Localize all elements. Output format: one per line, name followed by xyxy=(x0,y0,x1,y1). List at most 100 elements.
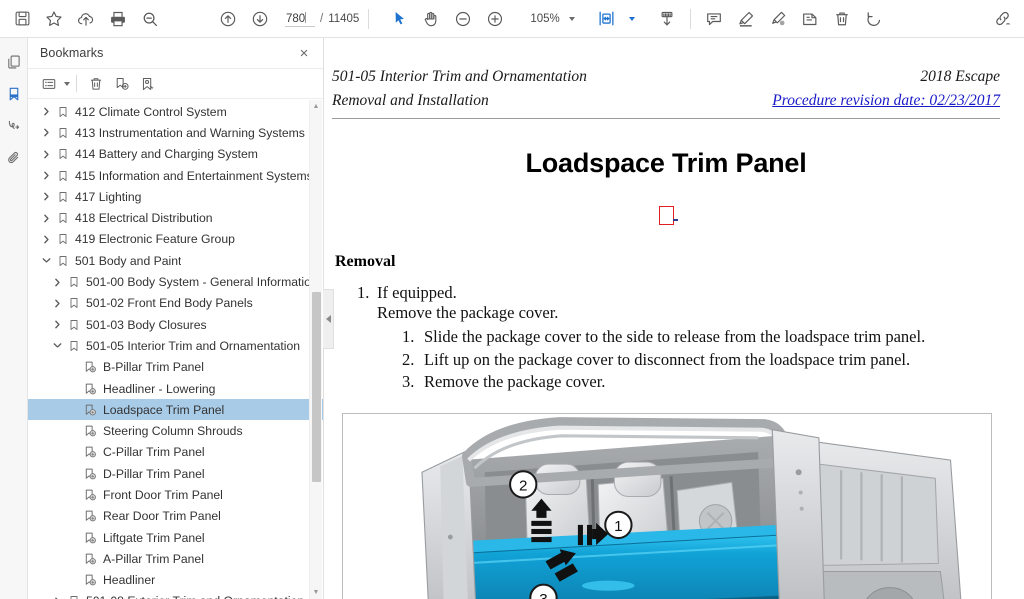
zoom-out-button[interactable] xyxy=(447,4,479,34)
bookmark-item[interactable]: D-Pillar Trim Panel xyxy=(28,463,323,484)
bookmark-item[interactable]: 501-08 Exterior Trim and Ornamentation xyxy=(28,591,323,599)
new-bookmark-button[interactable] xyxy=(109,72,135,96)
bookmarks-tree: 412 Climate Control System 413 Instrument… xyxy=(28,99,323,599)
page-number-input[interactable]: 780 xyxy=(285,11,315,27)
chevron-right-icon[interactable] xyxy=(49,299,65,308)
scrollbar-thumb[interactable] xyxy=(312,292,321,482)
bookmark-item[interactable]: A-Pillar Trim Panel xyxy=(28,548,323,569)
bookmark-item[interactable]: 501-03 Body Closures xyxy=(28,314,323,335)
bookmark-item-label: 413 Instrumentation and Warning Systems xyxy=(75,125,305,140)
cloud-upload-button[interactable] xyxy=(70,4,102,34)
bookmark-icon xyxy=(54,211,71,225)
toolbar-file-group xyxy=(6,4,166,34)
bookmark-item[interactable]: Liftgate Trim Panel xyxy=(28,527,323,548)
rail-attachments-button[interactable] xyxy=(1,142,27,174)
chevron-right-icon[interactable] xyxy=(38,107,54,116)
bookmark-item[interactable]: 414 Battery and Charging System xyxy=(28,144,323,165)
bookmark-item[interactable]: 501-00 Body System - General Information xyxy=(28,271,323,292)
step-number-blank xyxy=(357,303,377,323)
bookmark-item-label: Loadspace Trim Panel xyxy=(103,402,225,417)
bookmark-item-label: C-Pillar Trim Panel xyxy=(103,445,205,460)
zoom-level-value: 105% xyxy=(530,12,560,25)
next-page-button[interactable] xyxy=(244,4,276,34)
rotate-button[interactable] xyxy=(858,4,890,34)
scrollbar-down-arrow[interactable]: ▼ xyxy=(310,586,322,599)
bookmark-options-button[interactable] xyxy=(36,72,62,96)
highlighter-button[interactable] xyxy=(730,4,762,34)
bookmark-item-label: 417 Lighting xyxy=(75,189,142,204)
doc-vehicle-model: 2018 Escape xyxy=(920,68,1000,85)
bookmark-item[interactable]: 419 Electronic Feature Group xyxy=(28,229,323,250)
bookmark-item-selected[interactable]: Loadspace Trim Panel xyxy=(28,399,323,421)
chevron-right-icon[interactable] xyxy=(38,171,54,180)
page-title: Loadspace Trim Panel xyxy=(525,148,807,178)
bookmark-item-label: Liftgate Trim Panel xyxy=(103,530,205,545)
bookmarks-scrollbar[interactable]: ▲ ▼ xyxy=(309,100,322,599)
chevron-right-icon[interactable] xyxy=(38,192,54,201)
rail-bookmarks-button[interactable] xyxy=(1,78,27,110)
delete-button[interactable] xyxy=(826,4,858,34)
zoom-level-control[interactable]: 105% xyxy=(527,12,575,25)
chevron-right-icon[interactable] xyxy=(38,235,54,244)
bookmark-item[interactable]: Front Door Trim Panel xyxy=(28,484,323,505)
collapse-panel-handle[interactable] xyxy=(323,288,334,349)
chevron-down-icon[interactable] xyxy=(568,16,575,21)
substep-text: Remove the package cover. xyxy=(424,372,606,391)
stamp-button[interactable] xyxy=(794,4,826,34)
delete-bookmark-button[interactable] xyxy=(83,72,109,96)
bookmark-item[interactable]: Headliner xyxy=(28,570,323,591)
bookmark-item[interactable]: 501-02 Front End Body Panels xyxy=(28,293,323,314)
print-button[interactable] xyxy=(102,4,134,34)
illustration-svg: 2 1 3 xyxy=(343,414,991,599)
pen-draw-button[interactable] xyxy=(762,4,794,34)
bookmark-item[interactable]: 501 Body and Paint xyxy=(28,250,323,271)
bookmark-item[interactable]: Rear Door Trim Panel xyxy=(28,506,323,527)
zoom-in-button[interactable] xyxy=(479,4,511,34)
text-caret xyxy=(305,11,307,23)
bookmark-item-label: 501-00 Body System - General Information xyxy=(86,275,309,290)
rail-thumbnails-button[interactable] xyxy=(1,46,27,78)
doc-revision-link[interactable]: Procedure revision date: 02/23/2017 xyxy=(772,92,1000,110)
select-tool-button[interactable] xyxy=(383,4,415,34)
bookmark-item[interactable]: 418 Electrical Distribution xyxy=(28,207,323,228)
chevron-down-icon-bm-options[interactable] xyxy=(64,81,70,86)
search-button[interactable] xyxy=(134,4,166,34)
bookmark-item[interactable]: 412 Climate Control System xyxy=(28,101,323,122)
save-button[interactable] xyxy=(6,4,38,34)
chevron-right-icon[interactable] xyxy=(38,214,54,223)
chevron-right-icon[interactable] xyxy=(49,278,65,287)
bookmark-item[interactable]: B-Pillar Trim Panel xyxy=(28,357,323,378)
bookmark-item[interactable]: C-Pillar Trim Panel xyxy=(28,442,323,463)
edit-bookmark-button[interactable] xyxy=(135,72,161,96)
favorite-button[interactable] xyxy=(38,4,70,34)
chevron-down-icon[interactable] xyxy=(38,256,54,265)
page-indicator: 780 / 11405 xyxy=(285,11,359,27)
bookmark-item[interactable]: 413 Instrumentation and Warning Systems xyxy=(28,122,323,143)
download-button[interactable] xyxy=(651,4,683,34)
substep-list: 1. Slide the package cover to the side t… xyxy=(357,327,1000,392)
list-item: 3. Remove the package cover. xyxy=(402,372,1000,392)
chevron-right-icon[interactable] xyxy=(38,128,54,137)
rail-signature-button[interactable] xyxy=(1,110,27,142)
previous-page-button[interactable] xyxy=(212,4,244,34)
fit-width-button[interactable] xyxy=(591,4,623,34)
bookmark-page-icon xyxy=(82,467,99,481)
hand-tool-button[interactable] xyxy=(415,4,447,34)
chevron-right-icon[interactable] xyxy=(49,320,65,329)
bookmark-item[interactable]: Steering Column Shrouds xyxy=(28,420,323,441)
document-viewport[interactable]: 501-05 Interior Trim and Ornamentation 2… xyxy=(324,38,1024,599)
bookmark-item[interactable]: 417 Lighting xyxy=(28,186,323,207)
bookmark-item[interactable]: 415 Information and Entertainment System… xyxy=(28,165,323,186)
bookmark-item[interactable]: Headliner - Lowering xyxy=(28,378,323,399)
fit-width-control[interactable] xyxy=(591,4,635,34)
link-share-button[interactable] xyxy=(986,4,1018,34)
scrollbar-up-arrow[interactable]: ▲ xyxy=(310,100,322,113)
chevron-down-icon-fit[interactable] xyxy=(628,16,635,21)
chevron-right-icon[interactable] xyxy=(38,150,54,159)
close-icon[interactable]: × xyxy=(293,42,315,64)
bookmark-icon xyxy=(54,105,71,119)
bookmark-item[interactable]: 501-05 Interior Trim and Ornamentation xyxy=(28,335,323,356)
chevron-down-icon[interactable] xyxy=(49,341,65,350)
comment-button[interactable] xyxy=(698,4,730,34)
header-divider xyxy=(332,118,1000,119)
